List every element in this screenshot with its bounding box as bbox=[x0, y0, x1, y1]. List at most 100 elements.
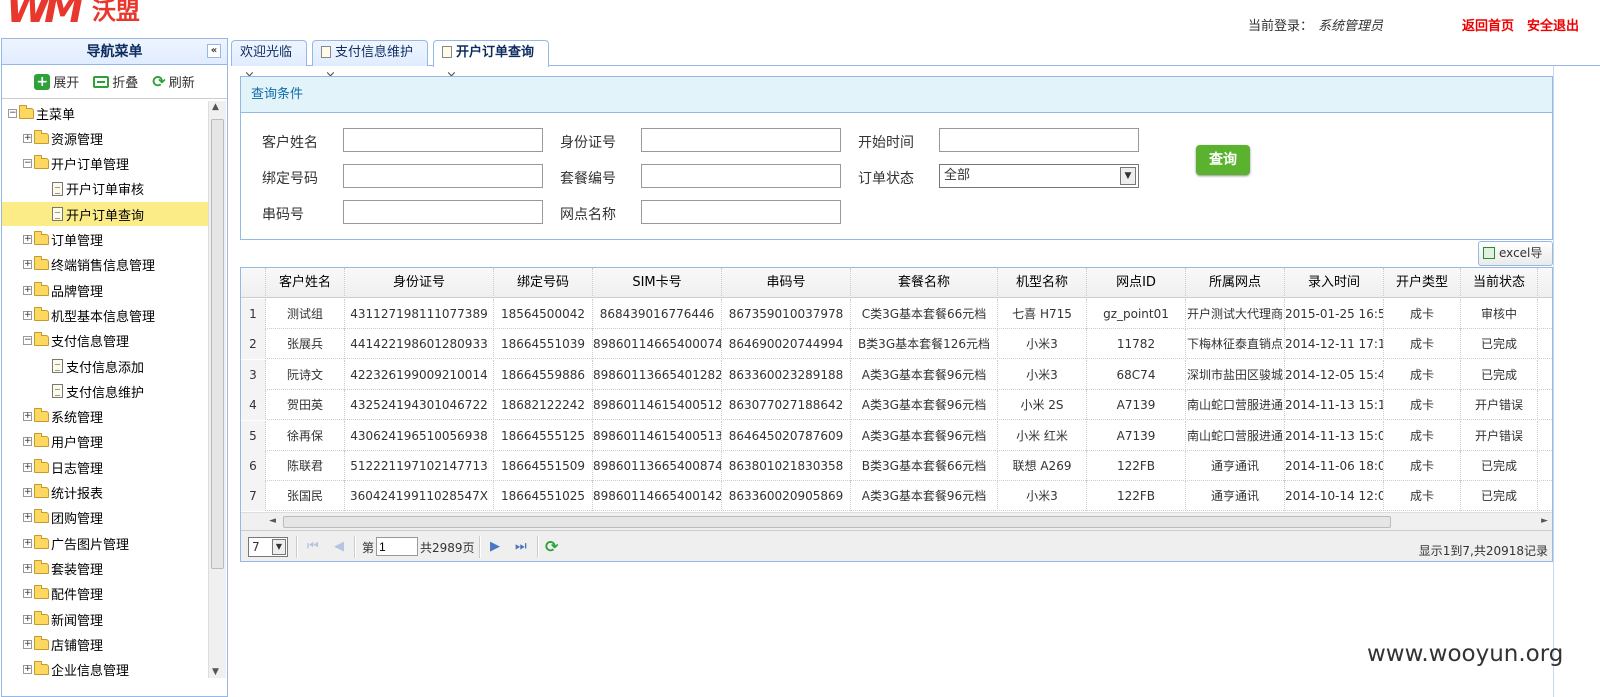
customer-name-input[interactable] bbox=[343, 128, 543, 152]
collapse-all-button[interactable]: 折叠 bbox=[93, 72, 138, 91]
serial-number-input[interactable] bbox=[343, 200, 543, 224]
grid-refresh-icon[interactable]: ⟳ bbox=[545, 537, 558, 556]
logout-link[interactable]: 安全退出 bbox=[1527, 15, 1579, 34]
column-header[interactable]: SIM卡号 bbox=[593, 268, 722, 298]
table-cell: 867359010037978 bbox=[722, 299, 851, 329]
prev-page-icon[interactable]: ◀ bbox=[334, 539, 344, 554]
search-button[interactable]: 查询 bbox=[1196, 145, 1250, 175]
grid-horizontal-scrollbar[interactable]: ◄ ► bbox=[241, 512, 1552, 530]
bind-number-input[interactable] bbox=[343, 164, 543, 188]
scroll-thumb[interactable] bbox=[211, 119, 224, 569]
last-page-icon[interactable]: ⏭ bbox=[515, 539, 527, 554]
tree-item[interactable]: 开户订单查询 bbox=[2, 202, 208, 227]
expand-node-icon[interactable]: + bbox=[23, 412, 32, 422]
tree-item[interactable]: + 订单管理 bbox=[2, 228, 208, 252]
tree-item[interactable]: 支付信息添加 bbox=[2, 354, 208, 378]
tree-item[interactable]: − 支付信息管理 bbox=[2, 329, 208, 353]
tree-item[interactable]: − 主菜单 bbox=[2, 101, 208, 125]
column-header[interactable]: 机型名称 bbox=[998, 268, 1087, 298]
refresh-tree-button[interactable]: ⟳ 刷新 bbox=[152, 72, 194, 91]
table-cell: 开户错误 bbox=[1461, 420, 1538, 451]
table-row[interactable]: 2 张展兵 441422198601280933 18664551039 8986011… bbox=[241, 329, 1552, 360]
expand-node-icon[interactable]: + bbox=[23, 538, 32, 548]
column-header[interactable]: 开户类型 bbox=[1384, 268, 1461, 298]
start-time-input[interactable] bbox=[939, 128, 1139, 152]
collapse-node-icon[interactable]: − bbox=[8, 108, 17, 118]
expand-node-icon[interactable]: + bbox=[23, 589, 32, 599]
table-row[interactable]: 1 测试组 431127198111077389 18564500042 8684390… bbox=[241, 299, 1552, 329]
table-row[interactable]: 3 阮诗文 422326199009210014 18664559886 8986011… bbox=[241, 359, 1552, 390]
tree-item[interactable]: + 店铺管理 bbox=[2, 632, 208, 656]
column-header[interactable]: 当前状态 bbox=[1461, 268, 1538, 298]
chevron-down-icon[interactable]: ▼ bbox=[1120, 167, 1136, 185]
page-number-input[interactable] bbox=[376, 537, 418, 556]
tree-item[interactable]: + 系统管理 bbox=[2, 405, 208, 429]
tree-item[interactable]: + 用户管理 bbox=[2, 430, 208, 454]
scroll-left-icon[interactable]: ◄ bbox=[269, 516, 276, 526]
expand-node-icon[interactable]: + bbox=[23, 310, 32, 320]
tree-item[interactable]: + 统计报表 bbox=[2, 481, 208, 505]
column-header[interactable]: 所属网点 bbox=[1186, 268, 1285, 298]
tab-2[interactable]: 开户订单查询× bbox=[433, 40, 549, 84]
expand-node-icon[interactable]: + bbox=[23, 260, 32, 270]
table-cell: 成卡 bbox=[1384, 359, 1461, 390]
page-size-select[interactable]: 7 ▼ bbox=[248, 537, 288, 557]
tree-item[interactable]: + 资源管理 bbox=[2, 126, 208, 150]
outlet-name-input[interactable] bbox=[641, 200, 841, 224]
tab-1[interactable]: 支付信息维护× bbox=[312, 40, 428, 84]
expand-node-icon[interactable]: + bbox=[23, 133, 32, 143]
scroll-right-icon[interactable]: ► bbox=[1541, 516, 1548, 526]
tree-item[interactable]: + 套装管理 bbox=[2, 556, 208, 580]
table-row[interactable]: 6 陈联君 512221197102147713 18664551509 8986011… bbox=[241, 451, 1552, 481]
expand-node-icon[interactable]: + bbox=[23, 665, 32, 675]
collapse-node-icon[interactable]: − bbox=[23, 336, 32, 346]
scroll-down-icon[interactable]: ▼ bbox=[212, 667, 219, 677]
column-header[interactable]: 串码号 bbox=[722, 268, 851, 298]
chevron-down-icon[interactable]: ▼ bbox=[272, 539, 286, 555]
tree-item[interactable]: + 广告图片管理 bbox=[2, 531, 208, 555]
tree-item[interactable]: + 终端销售信息管理 bbox=[2, 253, 208, 277]
column-header[interactable]: 网点ID bbox=[1087, 268, 1186, 298]
tree-item[interactable]: + 团购管理 bbox=[2, 506, 208, 530]
first-page-icon[interactable]: ⏮ bbox=[307, 539, 319, 554]
column-header[interactable]: 绑定号码 bbox=[494, 268, 593, 298]
tree-item[interactable]: + 新闻管理 bbox=[2, 607, 208, 631]
tree-scrollbar[interactable]: ▲ ▼ bbox=[208, 101, 226, 678]
table-row[interactable]: 7 张国民 36042419911028547X 18664551025 8986011… bbox=[241, 481, 1552, 512]
expand-node-icon[interactable]: + bbox=[23, 563, 32, 573]
tree-item[interactable]: − 开户订单管理 bbox=[2, 152, 208, 176]
column-header[interactable]: 身份证号 bbox=[345, 268, 494, 298]
collapse-sidebar-button[interactable]: « bbox=[207, 44, 221, 58]
tree-item[interactable]: + 日志管理 bbox=[2, 455, 208, 479]
expand-node-icon[interactable]: + bbox=[23, 285, 32, 295]
tree-item[interactable]: + 配件管理 bbox=[2, 582, 208, 606]
tree-item[interactable]: + 机型基本信息管理 bbox=[2, 303, 208, 327]
column-header[interactable]: 套餐名称 bbox=[851, 268, 998, 298]
table-row[interactable]: 5 徐再保 430624196510056938 18664555125 8986011… bbox=[241, 420, 1552, 451]
order-status-select[interactable]: 全部 ▼ bbox=[939, 164, 1139, 188]
tree-item[interactable]: 支付信息维护 bbox=[2, 379, 208, 403]
column-header[interactable]: 录入时间 bbox=[1285, 268, 1384, 298]
tree-item[interactable]: 开户订单审核 bbox=[2, 177, 208, 201]
hscroll-thumb[interactable] bbox=[283, 516, 1391, 528]
expand-node-icon[interactable]: + bbox=[23, 488, 32, 497]
expand-all-button[interactable]: + 展开 bbox=[34, 72, 79, 91]
scroll-up-icon[interactable]: ▲ bbox=[212, 102, 219, 112]
collapse-node-icon[interactable]: − bbox=[23, 159, 32, 169]
expand-node-icon[interactable]: + bbox=[23, 462, 32, 472]
table-row[interactable]: 4 贺田英 432524194301046722 18682122242 8986011… bbox=[241, 390, 1552, 421]
excel-export-button[interactable]: excel导出 bbox=[1478, 241, 1553, 283]
expand-node-icon[interactable]: + bbox=[23, 437, 32, 447]
expand-node-icon[interactable]: + bbox=[23, 513, 32, 523]
column-header[interactable]: 客户姓名 bbox=[266, 268, 345, 298]
back-home-link[interactable]: 返回首页 bbox=[1462, 15, 1514, 34]
tab-0[interactable]: 欢迎光临× bbox=[231, 40, 307, 84]
tree-item[interactable]: + 企业信息管理 bbox=[2, 658, 208, 682]
expand-node-icon[interactable]: + bbox=[23, 614, 32, 624]
next-page-icon[interactable]: ▶ bbox=[490, 539, 500, 554]
id-number-input[interactable] bbox=[641, 128, 841, 152]
expand-node-icon[interactable]: + bbox=[23, 639, 32, 649]
package-code-input[interactable] bbox=[641, 164, 841, 188]
expand-node-icon[interactable]: + bbox=[23, 235, 32, 244]
tree-item[interactable]: + 品牌管理 bbox=[2, 278, 208, 302]
